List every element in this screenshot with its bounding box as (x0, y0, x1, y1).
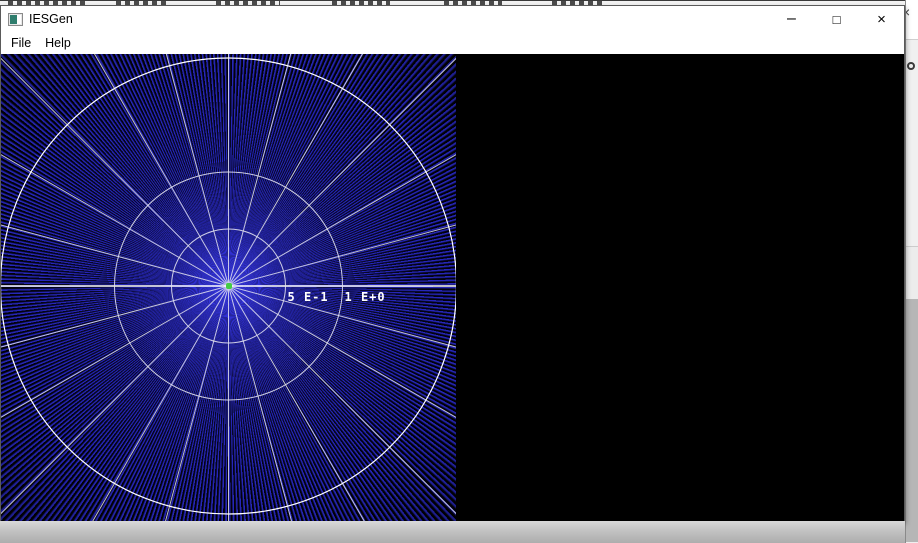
background-window-titlebar: × (906, 0, 918, 40)
app-icon[interactable] (8, 12, 23, 26)
client-area: 5 E-1 1 E+0 (1, 54, 904, 521)
polar-plot[interactable]: 5 E-1 1 E+0 (1, 54, 456, 521)
titlebar: IESGen – □ × (1, 6, 904, 32)
menubar: File Help (1, 32, 904, 53)
screen: × IESGen – □ × File Help (0, 0, 918, 543)
window-title: IESGen (29, 12, 73, 26)
center-marker (225, 283, 232, 289)
minimize-button[interactable]: – (769, 6, 814, 32)
radial-label: 1 E+0 (344, 290, 386, 304)
close-button[interactable]: × (859, 6, 904, 32)
background-window-body (906, 299, 918, 542)
radial-label: 5 E-1 (287, 290, 329, 304)
background-window-toolbar (906, 40, 918, 247)
search-icon (907, 62, 915, 70)
close-icon[interactable]: × (906, 4, 910, 20)
background-window-panel (906, 247, 918, 299)
maximize-button[interactable]: □ (814, 6, 859, 32)
iesgen-window: IESGen – □ × File Help 5 E-1 1 E+0 (0, 5, 905, 521)
desktop-strip (0, 521, 905, 543)
right-pane[interactable] (456, 54, 904, 521)
background-window-right-sliver[interactable]: × (905, 0, 918, 543)
menu-file[interactable]: File (4, 34, 38, 52)
menu-help[interactable]: Help (38, 34, 78, 52)
window-controls: – □ × (769, 6, 904, 32)
